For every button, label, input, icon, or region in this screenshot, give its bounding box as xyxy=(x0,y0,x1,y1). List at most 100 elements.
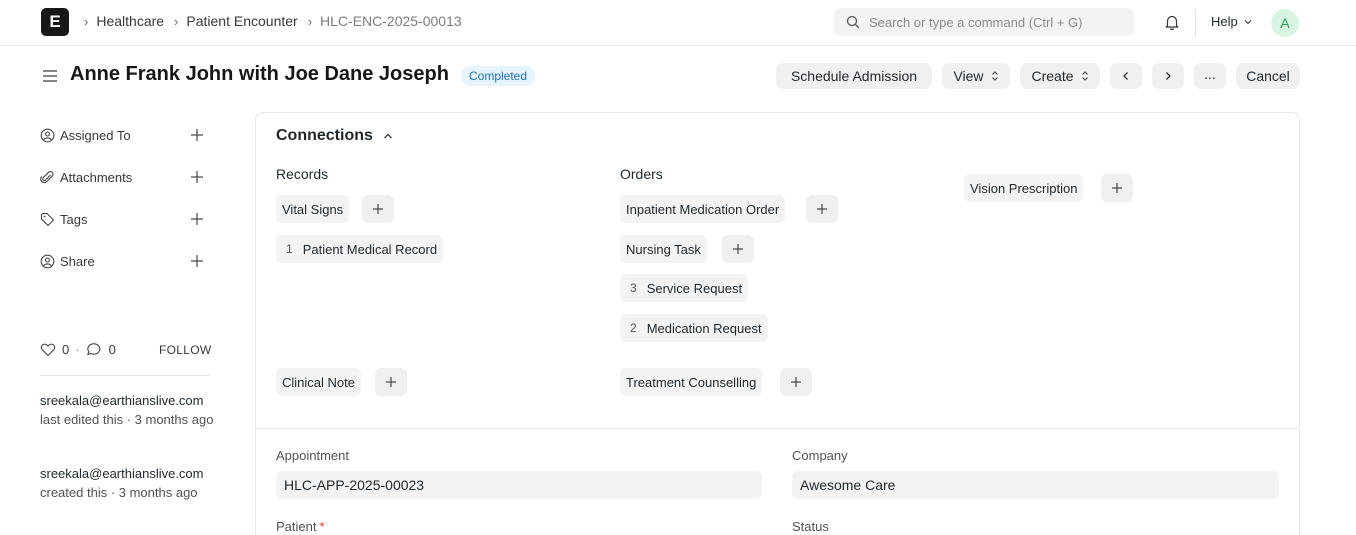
connection-patient-medical-record[interactable]: 1 Patient Medical Record xyxy=(276,235,444,263)
sidebar-toggle-icon[interactable] xyxy=(42,68,58,84)
comment-icon[interactable] xyxy=(86,342,102,357)
connection-service-request[interactable]: 3 Service Request xyxy=(620,274,749,302)
likes-count: 0 xyxy=(62,342,70,357)
navbar-divider xyxy=(1195,9,1196,37)
sidebar-item-attachments[interactable]: Attachments xyxy=(40,170,210,185)
breadcrumb-current[interactable]: HLC-ENC-2025-00013 xyxy=(320,13,462,29)
connection-label: Patient Medical Record xyxy=(302,241,438,257)
view-label: View xyxy=(953,68,984,84)
activity-user[interactable]: sreekala@earthianslive.com xyxy=(40,391,215,410)
connection-label: Vision Prescription xyxy=(970,180,1078,196)
connection-label: Medication Request xyxy=(646,320,762,336)
chevron-right-icon xyxy=(1166,72,1171,80)
help-label: Help xyxy=(1211,14,1238,29)
sidebar-item-assigned-to[interactable]: Assigned To xyxy=(40,128,210,143)
company-field[interactable] xyxy=(792,471,1279,499)
sidebar-item-share[interactable]: Share xyxy=(40,254,210,269)
search-bar[interactable] xyxy=(834,8,1134,36)
add-inpatient-medication-order-button[interactable] xyxy=(806,195,838,223)
up-down-icon xyxy=(991,71,998,81)
sidebar-item-label: Attachments xyxy=(60,170,133,185)
connection-label: Service Request xyxy=(646,280,743,296)
connection-treatment-counselling[interactable]: Treatment Counselling xyxy=(620,368,763,396)
add-vision-prescription-button[interactable] xyxy=(1101,174,1133,202)
app-logo[interactable]: E xyxy=(41,8,69,36)
more-actions-button[interactable]: ... xyxy=(1194,63,1226,89)
sidebar-item-label: Share xyxy=(60,254,95,269)
activity-item: sreekala@earthianslive.com created this … xyxy=(40,464,215,502)
sidebar-item-label: Assigned To xyxy=(60,128,131,143)
chevron-up-icon xyxy=(383,133,392,139)
plus-icon[interactable] xyxy=(190,254,204,268)
connection-medication-request[interactable]: 2 Medication Request xyxy=(620,314,768,342)
cancel-label: Cancel xyxy=(1246,68,1290,84)
search-icon xyxy=(846,15,860,29)
activity-item: sreekala@earthianslive.com last edited t… xyxy=(40,391,215,429)
connection-label: Inpatient Medication Order xyxy=(626,201,780,217)
schedule-admission-button[interactable]: Schedule Admission xyxy=(776,63,932,89)
patient-label: Patient * xyxy=(276,519,325,534)
cancel-button[interactable]: Cancel xyxy=(1236,63,1300,89)
activity-text: created this · 3 months ago xyxy=(40,485,198,500)
breadcrumb-healthcare[interactable]: Healthcare xyxy=(96,13,164,29)
add-nursing-task-button[interactable] xyxy=(722,235,754,263)
create-button[interactable]: Create xyxy=(1020,63,1100,89)
connection-label: Nursing Task xyxy=(626,241,701,257)
connection-label: Clinical Note xyxy=(282,374,355,390)
previous-record-button[interactable] xyxy=(1110,63,1142,89)
bell-icon[interactable] xyxy=(1163,13,1181,31)
likes-comments: 0 · 0 xyxy=(40,342,116,357)
patient-label-text: Patient xyxy=(276,519,317,534)
avatar[interactable]: A xyxy=(1271,9,1299,37)
chevron-right-icon: › xyxy=(307,13,313,29)
appointment-field[interactable] xyxy=(276,471,762,499)
heart-icon[interactable] xyxy=(40,342,56,357)
company-label: Company xyxy=(792,448,848,463)
sidebar-item-tags[interactable]: Tags xyxy=(40,212,210,227)
tag-icon xyxy=(40,212,55,227)
search-input[interactable] xyxy=(869,14,1119,30)
paperclip-icon xyxy=(40,171,54,184)
follow-button[interactable]: FOLLOW xyxy=(159,343,211,357)
plus-icon xyxy=(733,244,743,254)
add-vital-signs-button[interactable] xyxy=(362,195,394,223)
more-icon: ... xyxy=(1204,66,1216,82)
sidebar-divider xyxy=(40,375,210,376)
plus-icon xyxy=(386,377,396,387)
plus-icon xyxy=(817,204,827,214)
chevron-right-icon: › xyxy=(174,13,179,29)
connection-count: 1 xyxy=(286,242,293,256)
records-heading: Records xyxy=(276,166,329,182)
plus-icon[interactable] xyxy=(190,212,204,226)
view-button[interactable]: View xyxy=(942,63,1010,89)
plus-icon[interactable] xyxy=(190,170,204,184)
plus-icon[interactable] xyxy=(190,128,204,142)
connection-label: Treatment Counselling xyxy=(626,374,757,390)
connection-inpatient-medication-order[interactable]: Inpatient Medication Order xyxy=(620,195,786,223)
up-down-icon xyxy=(1081,71,1088,81)
orders-heading: Orders xyxy=(620,166,663,182)
create-label: Create xyxy=(1031,68,1074,84)
dot-separator: · xyxy=(75,342,80,357)
share-icon xyxy=(40,254,55,269)
chevron-down-icon xyxy=(1244,19,1252,24)
connection-vision-prescription[interactable]: Vision Prescription xyxy=(964,174,1084,202)
activity-user[interactable]: sreekala@earthianslive.com xyxy=(40,464,215,483)
connection-label: Vital Signs xyxy=(282,201,344,217)
plus-icon xyxy=(373,204,383,214)
status-label: Status xyxy=(792,519,829,534)
chevron-left-icon xyxy=(1123,72,1128,80)
add-treatment-counselling-button[interactable] xyxy=(780,368,812,396)
appointment-label: Appointment xyxy=(276,448,349,463)
breadcrumb-patient-encounter[interactable]: Patient Encounter xyxy=(186,13,297,29)
sidebar-item-label: Tags xyxy=(60,212,88,227)
connection-clinical-note[interactable]: Clinical Note xyxy=(276,368,361,396)
connection-vital-signs[interactable]: Vital Signs xyxy=(276,195,350,223)
add-clinical-note-button[interactable] xyxy=(375,368,407,396)
connection-count: 2 xyxy=(630,321,637,335)
comments-count: 0 xyxy=(108,342,116,357)
connections-toggle[interactable]: Connections xyxy=(276,127,394,145)
next-record-button[interactable] xyxy=(1152,63,1184,89)
help-dropdown[interactable]: Help xyxy=(1211,14,1253,29)
connection-nursing-task[interactable]: Nursing Task xyxy=(620,235,707,263)
